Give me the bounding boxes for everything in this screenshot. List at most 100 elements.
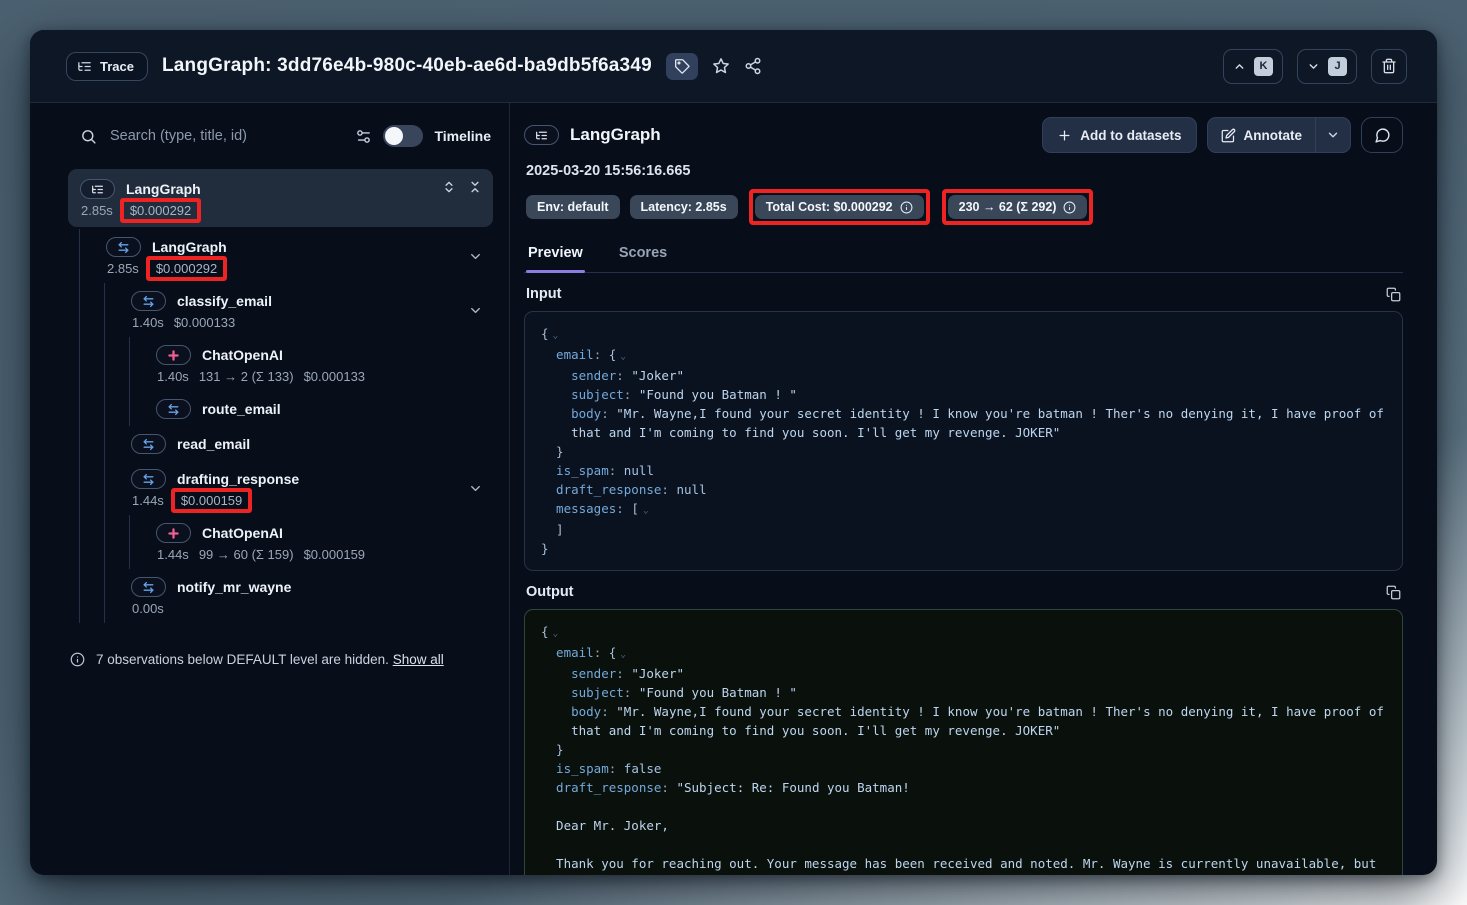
tab-scores[interactable]: Scores: [617, 236, 669, 272]
code-token: is_spam: [541, 761, 609, 776]
observation-title: notify_mr_wayne: [177, 579, 291, 595]
copy-output-button[interactable]: [1386, 585, 1401, 600]
next-trace-button[interactable]: J: [1297, 49, 1357, 84]
span-icon: [106, 237, 141, 257]
code-line: that and I'm coming to find you soon. I'…: [541, 423, 1386, 442]
cost-annotation-box: $0.000292: [120, 198, 201, 223]
view-options-button[interactable]: [355, 128, 372, 145]
collapse-caret-icon[interactable]: ⌄: [639, 505, 649, 516]
code-token: :: [616, 666, 631, 681]
collapse-all-icon[interactable]: [468, 180, 482, 194]
input-json-viewer[interactable]: {⌄ email: {⌄ sender: "Joker" subject: "F…: [524, 311, 1403, 571]
expand-all-icon[interactable]: [442, 180, 456, 194]
code-token: :: [616, 368, 631, 383]
info-icon[interactable]: [1063, 201, 1076, 214]
code-token: :: [594, 347, 609, 362]
collapse-row-button[interactable]: [468, 249, 483, 264]
tree-group: ChatOpenAI 1.40s131 → 2 (Σ 133)$0.000133 r…: [129, 337, 493, 426]
tree-item-classify_email[interactable]: classify_email1.40s$0.000133: [105, 283, 493, 337]
observation-meta: 1.40s131 → 2 (Σ 133)$0.000133: [157, 369, 493, 384]
metric-badge: Total Cost: $0.000292: [755, 195, 924, 219]
code-token: false: [624, 761, 662, 776]
code-token: :: [609, 761, 624, 776]
output-json-viewer[interactable]: {⌄ email: {⌄ sender: "Joker" subject: "F…: [524, 609, 1403, 875]
code-token: "Subject: Re: Found you Batman!: [676, 780, 909, 795]
search-row: Timeline: [68, 115, 493, 157]
output-section-header: Output: [526, 584, 1401, 600]
cost-label: $0.000159: [181, 493, 242, 508]
code-line: body: "Mr. Wayne,I found your secret ide…: [541, 702, 1386, 721]
tree-item-drafting_response[interactable]: drafting_response1.44s$0.000159: [105, 461, 493, 515]
info-icon: [70, 652, 85, 674]
search-input[interactable]: [108, 127, 344, 145]
generation-icon: [156, 523, 191, 543]
previous-trace-button[interactable]: K: [1223, 49, 1283, 84]
tree-item-main: ChatOpenAI: [156, 345, 493, 365]
tag-icon: [674, 58, 690, 74]
tree-item-root-langgraph[interactable]: LangGraph 2.85s $0.000292: [68, 169, 493, 227]
trace-detail-panel: LangGraph Add to datasets Annotate: [510, 103, 1437, 875]
tree-item-notify_mr_wayne[interactable]: notify_mr_wayne0.00s: [105, 569, 493, 623]
tree-item-route_email[interactable]: route_email: [130, 391, 493, 426]
tree-item-main: drafting_response: [131, 469, 493, 489]
tree-item-chatopenai[interactable]: ChatOpenAI 1.40s131 → 2 (Σ 133)$0.000133: [130, 337, 493, 391]
cost-annotation-box: $0.000292: [146, 256, 227, 281]
tree-item-main: route_email: [156, 399, 493, 419]
delete-trace-button[interactable]: [1371, 49, 1407, 84]
trace-type-badge: Trace: [66, 52, 148, 81]
topbar: Trace LangGraph: 3dd76e4b-980c-40eb-ae6d…: [30, 30, 1437, 103]
tab-preview[interactable]: Preview: [526, 236, 585, 272]
code-token: :: [594, 645, 609, 660]
code-token: ]: [541, 522, 564, 537]
trace-badge-label: Trace: [100, 59, 134, 74]
collapse-caret-icon[interactable]: ⌄: [616, 649, 626, 660]
share-button[interactable]: [744, 57, 762, 75]
code-line: subject: "Found you Batman ! ": [541, 385, 1386, 404]
code-line: [541, 797, 1386, 816]
code-token: :: [624, 387, 639, 402]
add-to-datasets-button[interactable]: Add to datasets: [1042, 117, 1196, 153]
collapse-row-button[interactable]: [468, 303, 483, 318]
plus-icon: [1057, 128, 1072, 143]
annotate-dropdown-button[interactable]: [1315, 118, 1350, 152]
copy-input-button[interactable]: [1386, 287, 1401, 302]
cost-label: $0.000133: [174, 315, 235, 330]
share-icon: [744, 57, 762, 75]
main-area: Timeline LangGraph 2.85s $0.000292: [30, 103, 1437, 875]
code-line: }: [541, 740, 1386, 759]
span-icon: [131, 469, 166, 489]
code-token: :: [624, 685, 639, 700]
sliders-icon: [355, 128, 372, 145]
list-tree-icon: [77, 59, 92, 74]
timeline-toggle[interactable]: [383, 125, 423, 147]
collapse-caret-icon[interactable]: ⌄: [549, 330, 559, 341]
metric-badge: 230 → 62 (Σ 292): [948, 195, 1088, 219]
tags-button[interactable]: [666, 53, 698, 80]
code-line: [541, 835, 1386, 854]
metric-badge-label: 230 → 62 (Σ 292): [959, 200, 1057, 214]
collapse-caret-icon[interactable]: ⌄: [549, 628, 559, 639]
trace-window: Trace LangGraph: 3dd76e4b-980c-40eb-ae6d…: [30, 30, 1437, 875]
bookmark-star-button[interactable]: [712, 57, 730, 75]
code-line: email: {⌄: [541, 345, 1386, 366]
tree-item-main: read_email: [131, 434, 493, 454]
observation-title: read_email: [177, 436, 250, 452]
tree-item-read_email[interactable]: read_email: [105, 426, 493, 461]
timeline-label: Timeline: [434, 128, 491, 144]
chevron-down-icon: [1326, 128, 1340, 142]
tree-item-langgraph[interactable]: LangGraph2.85s$0.000292: [80, 229, 493, 283]
collapse-caret-icon[interactable]: ⌄: [616, 351, 626, 362]
show-all-link[interactable]: Show all: [393, 652, 444, 667]
comments-button[interactable]: [1361, 117, 1403, 153]
collapse-row-button[interactable]: [468, 481, 483, 496]
info-icon[interactable]: [900, 201, 913, 214]
output-label: Output: [526, 584, 574, 600]
tree-item-chatopenai[interactable]: ChatOpenAI1.44s99 → 60 (Σ 159)$0.000159: [130, 515, 493, 569]
code-token: }: [541, 742, 564, 757]
shortcut-key-j: J: [1328, 57, 1347, 76]
metric-badge-label: Latency: 2.85s: [641, 200, 727, 214]
code-line: is_spam: false: [541, 759, 1386, 778]
code-line: is_spam: null: [541, 461, 1386, 480]
code-token: subject: [541, 685, 624, 700]
annotate-button[interactable]: Annotate: [1208, 118, 1316, 152]
